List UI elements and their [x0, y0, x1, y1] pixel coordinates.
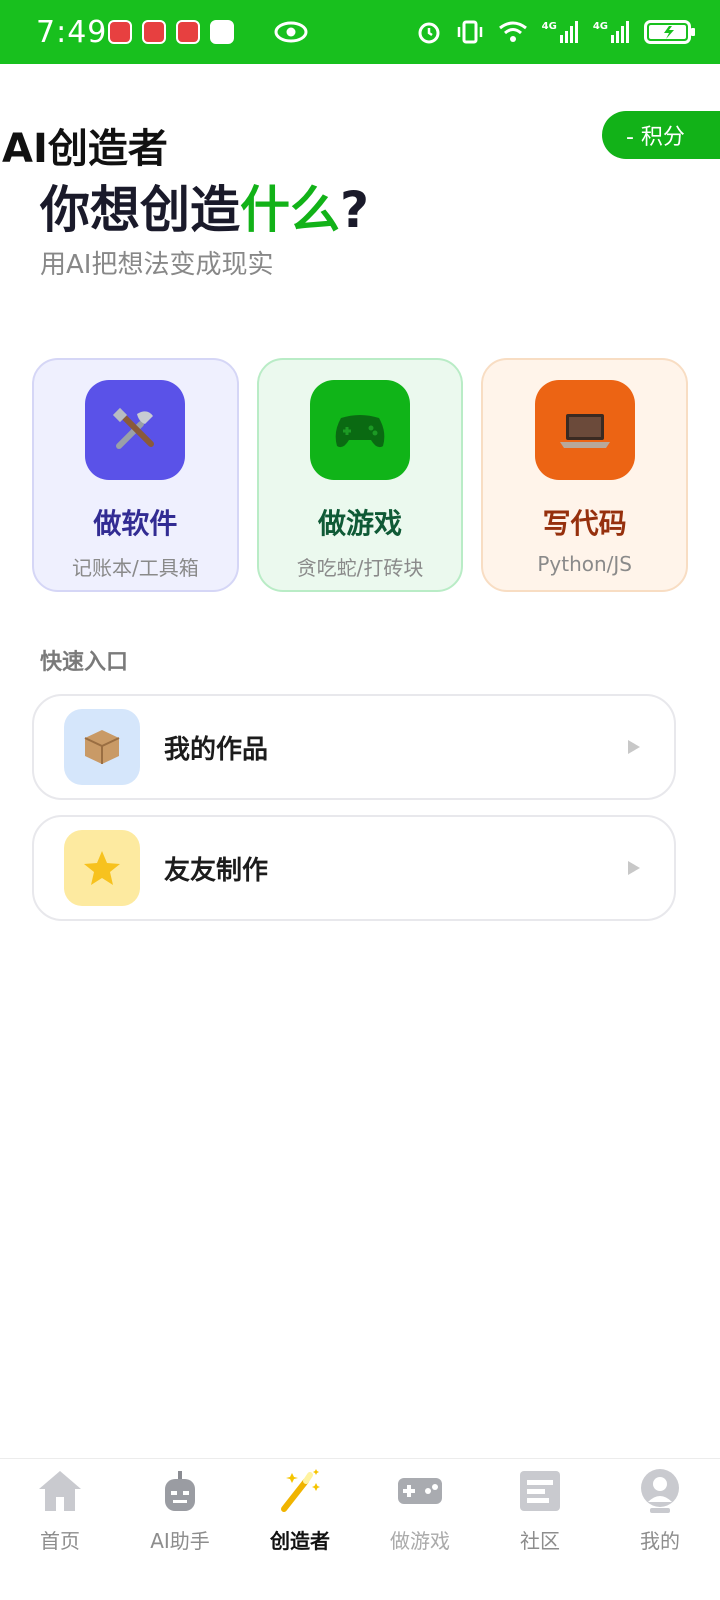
card-title: 做软件 — [93, 507, 178, 540]
magic-wand-icon — [276, 1467, 324, 1515]
nav-item-make-game[interactable]: 做游戏 — [360, 1459, 480, 1600]
vibrate-icon — [457, 20, 482, 44]
robot-icon — [156, 1467, 204, 1515]
bottom-navigation: 首页 AI助手 创造者 做游戏 社区 我的 — [0, 1458, 720, 1600]
status-bar: 7:49 4G 4G — [0, 0, 720, 64]
quick-entry-title: 快速入口 — [40, 650, 129, 675]
write-code-card[interactable]: 写代码 Python/JS — [481, 358, 689, 592]
gamepad-icon — [396, 1467, 444, 1515]
wifi-icon — [498, 21, 527, 42]
nav-item-profile[interactable]: 我的 — [600, 1459, 720, 1600]
hero-title: 你想创造什么? — [40, 170, 369, 242]
package-icon — [64, 709, 140, 785]
notification-icons — [108, 20, 234, 44]
nav-item-community[interactable]: 社区 — [480, 1459, 600, 1600]
cellular-signal-1: 4G — [542, 21, 579, 43]
app-notification-icon — [108, 20, 132, 44]
battery-charging-icon — [644, 20, 695, 44]
make-game-card[interactable]: 做游戏 贪吃蛇/打砖块 — [256, 358, 464, 592]
laptop-icon — [534, 380, 635, 480]
hero-title-accent: 什么 — [240, 181, 340, 239]
card-subtitle: 记账本/工具箱 — [71, 556, 199, 580]
card-title: 做游戏 — [318, 507, 403, 540]
friends-creations-entry[interactable]: 友友制作 — [32, 815, 676, 921]
card-title: 写代码 — [542, 507, 627, 540]
home-icon — [36, 1467, 84, 1515]
nav-label: 社区 — [520, 1529, 560, 1553]
points-label: - 积分 — [626, 125, 685, 150]
app-notification-icon — [176, 20, 200, 44]
entry-label: 我的作品 — [164, 734, 269, 765]
eye-icon — [274, 21, 308, 43]
create-category-cards: 做软件 记账本/工具箱 做游戏 贪吃蛇/打砖块 写代码 Python/JS — [32, 358, 689, 592]
cellular-signal-2: 4G — [593, 21, 630, 43]
chevron-right-icon — [628, 740, 640, 754]
my-works-entry[interactable]: 我的作品 — [32, 694, 676, 800]
profile-icon — [636, 1467, 684, 1515]
points-button[interactable]: - 积分 — [602, 111, 720, 159]
hero-title-prefix: 你想创造 — [40, 181, 240, 239]
nav-label: 我的 — [640, 1529, 680, 1553]
make-software-card[interactable]: 做软件 记账本/工具箱 — [32, 358, 239, 592]
nav-item-home[interactable]: 首页 — [0, 1459, 120, 1600]
app-notification-icon — [210, 20, 234, 44]
card-subtitle: 贪吃蛇/打砖块 — [296, 556, 424, 580]
card-subtitle: Python/JS — [537, 552, 633, 576]
hero-title-suffix: ? — [340, 181, 370, 239]
nav-label: AI助手 — [150, 1529, 210, 1553]
hero-subtitle: 用AI把想法变成现实 — [40, 250, 274, 280]
entry-label: 友友制作 — [164, 855, 269, 886]
nav-item-ai-assistant[interactable]: AI助手 — [120, 1459, 240, 1600]
gamepad-icon — [310, 380, 410, 480]
alarm-icon — [418, 22, 440, 44]
status-time: 7:49 — [36, 14, 108, 50]
community-icon — [516, 1467, 564, 1515]
nav-label: 首页 — [40, 1529, 80, 1553]
tools-icon — [85, 380, 186, 480]
star-icon — [64, 830, 140, 906]
chevron-right-icon — [628, 861, 640, 875]
nav-label: 做游戏 — [390, 1529, 450, 1553]
app-brand-title: AI创造者 — [2, 126, 168, 172]
nav-label: 创造者 — [270, 1529, 330, 1553]
app-notification-icon — [142, 20, 166, 44]
nav-item-creator[interactable]: 创造者 — [240, 1459, 360, 1600]
